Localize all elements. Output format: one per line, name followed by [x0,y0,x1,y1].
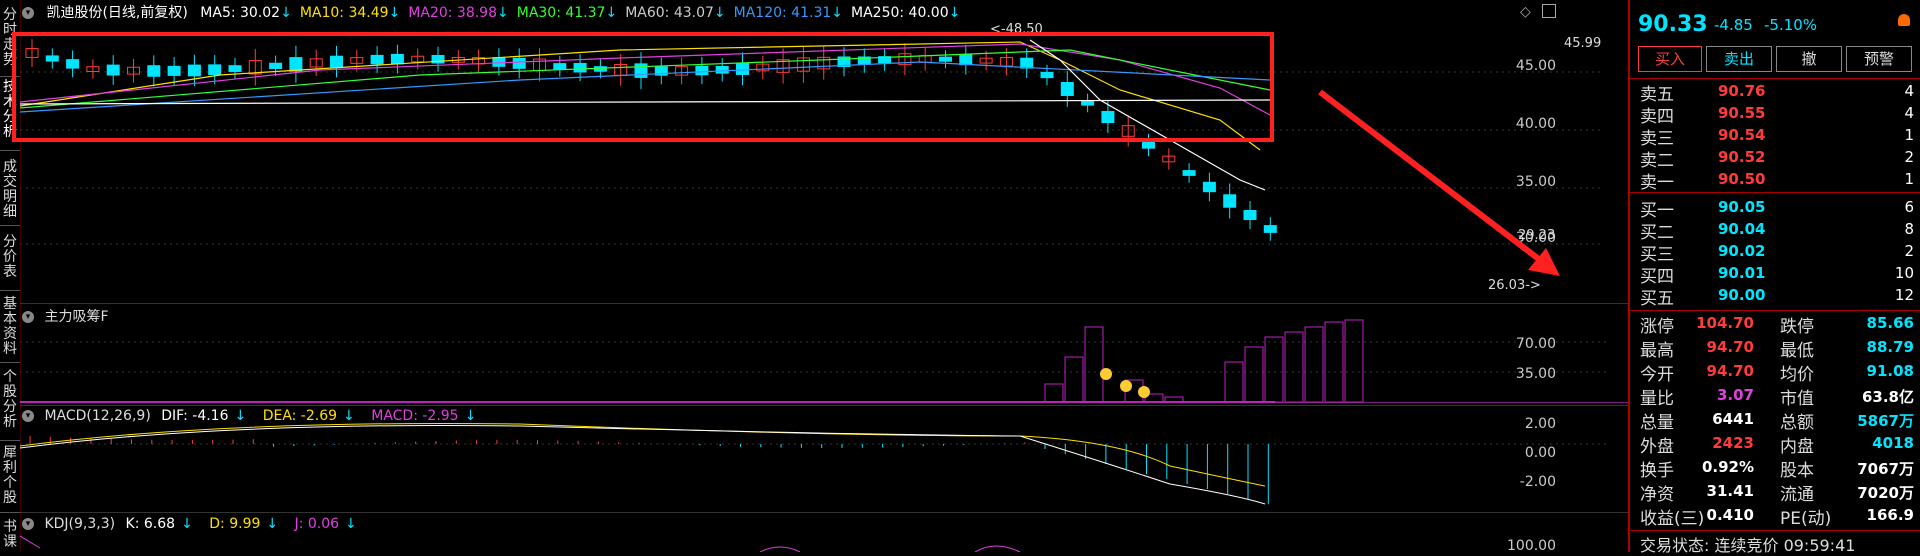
trade-status: 交易状态: 连续竞价 09:59:41 [1640,536,1856,555]
ask-price[interactable]: 90.52 [1718,148,1765,166]
tab-stock-analysis[interactable]: 个股分析 [2,370,18,430]
inflow-bar [1084,326,1104,403]
inflow-bar [1044,383,1064,403]
stat-value: 166.9 [1866,506,1914,524]
stat-label: 今开 [1640,365,1674,385]
stat-value: 0.410 [1706,506,1754,524]
money-bag-icon [1138,386,1150,398]
bid-label: 买五 [1640,289,1674,309]
quote-panel: 90.33 -4.85 -5.10% 买入 卖出 撤 预警 卖五 90.76 4… [1628,0,1920,555]
stat-value: 94.70 [1706,338,1754,356]
inflow-chart[interactable] [20,304,1628,404]
kdj-title: KDJ(9,3,3) [44,516,116,532]
stat-label: 换手 [1640,461,1674,481]
cancel-button[interactable]: 撤 [1776,46,1842,72]
bid-volume: 6 [1904,198,1914,216]
stat-label: 股本 [1780,461,1814,481]
ask-label: 卖一 [1640,173,1674,193]
ask-volume: 1 [1904,170,1914,188]
macd-axis-neg2: -2.00 [1519,474,1556,490]
inflow-bar [1264,336,1284,403]
stat-value: 31.41 [1706,482,1754,500]
stat-label: 总额 [1780,413,1814,433]
stat-label: 外盘 [1640,437,1674,457]
chevron-down-icon[interactable]: ▾ [22,518,34,530]
price-change-pct: -5.10% [1764,16,1818,34]
stat-value: 3.07 [1716,386,1754,404]
ask-price[interactable]: 90.55 [1718,104,1765,122]
buy-button[interactable]: 买入 [1638,46,1702,72]
stat-value: 85.66 [1866,314,1914,332]
stat-label: 涨停 [1640,317,1674,337]
stat-value: 2423 [1712,434,1754,452]
macd-axis-2: 2.00 [1524,416,1556,432]
stat-label: PE(动) [1780,509,1832,529]
tab-sharp-stocks[interactable]: 犀利个股 [2,446,18,506]
stat-value: 4018 [1872,434,1914,452]
stat-value: 6441 [1712,410,1754,428]
ask-volume: 1 [1904,126,1914,144]
stat-value: 0.92% [1701,458,1754,476]
stat-value: 88.79 [1866,338,1914,356]
stat-label: 市值 [1780,389,1814,409]
stat-label: 流通 [1780,485,1814,505]
bid-price[interactable]: 90.04 [1718,220,1765,238]
ask-price[interactable]: 90.50 [1718,170,1765,188]
inflow-axis-35: 35.00 [1515,366,1556,382]
stat-label: 内盘 [1780,437,1814,457]
bid-volume: 10 [1894,264,1914,282]
stat-label: 量比 [1640,389,1674,409]
stat-value: 94.70 [1706,362,1754,380]
price-change: -4.85 [1714,16,1753,34]
macd-axis-0: 0.00 [1524,445,1556,461]
kdj-d: D: 9.99 ↓ [209,516,279,532]
stat-label: 最低 [1780,341,1814,361]
stat-label: 净资 [1640,485,1674,505]
bid-price[interactable]: 90.01 [1718,264,1765,282]
bid-price[interactable]: 90.02 [1718,242,1765,260]
stat-value: 7067万 [1857,460,1914,478]
inflow-bar [1304,326,1324,403]
inflow-bar [1224,361,1244,403]
ask-volume: 4 [1904,104,1914,122]
money-bag-icon [1100,368,1112,380]
bid-volume: 12 [1894,286,1914,304]
bid-price[interactable]: 90.05 [1718,198,1765,216]
tab-books[interactable]: 书课 [2,520,18,550]
kdj-header: ▾ KDJ(9,3,3) K: 6.68 ↓ D: 9.99 ↓ J: 0.06 ↓ [22,516,369,532]
alert-button[interactable]: 预警 [1846,46,1912,72]
stat-label: 均价 [1780,365,1814,385]
stat-value: 104.70 [1696,314,1754,332]
inflow-bar [1064,356,1084,403]
bid-price[interactable]: 90.00 [1718,286,1765,304]
stat-label: 总量 [1640,413,1674,433]
stat-value: 7020万 [1857,484,1914,502]
tab-fundamentals[interactable]: 基本资料 [2,297,18,357]
ask-price[interactable]: 90.54 [1718,126,1765,144]
bell-icon[interactable] [1898,14,1910,26]
dif-line [20,424,1266,505]
kdj-lines [20,535,1021,552]
stat-value: 5867万 [1857,412,1914,430]
stat-label: 最高 [1640,341,1674,361]
macd-chart[interactable] [20,406,1628,512]
ask-volume: 2 [1904,148,1914,166]
kdj-k: K: 6.68 ↓ [125,516,193,532]
sell-button[interactable]: 卖出 [1706,46,1772,72]
inflow-bar [1344,319,1364,403]
bid-volume: 8 [1904,220,1914,238]
current-price: 90.33 [1638,12,1708,37]
money-bag-icon [1120,380,1132,392]
bid-volume: 2 [1904,242,1914,260]
inflow-axis-70: 70.00 [1515,336,1556,352]
stat-label: 跌停 [1780,317,1814,337]
ask-volume: 4 [1904,82,1914,100]
inflow-bar [1244,346,1264,403]
stat-value: 91.08 [1866,362,1914,380]
ask-price[interactable]: 90.76 [1718,82,1765,100]
highlight-overlay [12,32,1560,276]
inflow-bar [1324,321,1344,403]
stat-value: 63.8亿 [1861,388,1914,406]
kdj-j: J: 0.06 ↓ [294,516,357,532]
